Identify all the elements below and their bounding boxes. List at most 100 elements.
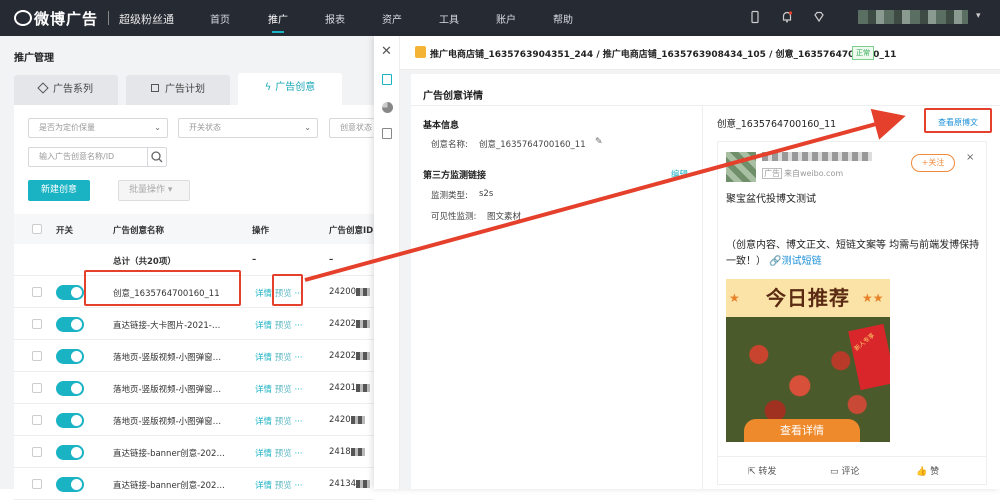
search-button[interactable] bbox=[147, 147, 167, 167]
nav-help[interactable]: 帮助 bbox=[553, 11, 573, 26]
pie-chart-icon[interactable] bbox=[382, 102, 393, 113]
short-link[interactable]: 🔗测试短链 bbox=[769, 256, 821, 267]
close-icon[interactable]: × bbox=[966, 152, 974, 163]
document-icon[interactable] bbox=[382, 74, 392, 85]
chevron-down-icon[interactable]: ▾ bbox=[976, 11, 981, 21]
creative-name-label: 创意名称: bbox=[431, 140, 468, 150]
row-actions: 详情 预览 ··· bbox=[255, 447, 303, 459]
row-toggle-switch[interactable] bbox=[56, 349, 84, 364]
follow-button[interactable]: +关注 bbox=[911, 154, 955, 172]
row-toggle-switch[interactable] bbox=[56, 477, 84, 492]
detail-link[interactable]: 详情 bbox=[255, 289, 272, 299]
weibo-post-preview: 广告 来自weibo.com +关注 × 聚宝盆代投博文测试 （创意内容、博文正文… bbox=[717, 141, 987, 485]
preview-link[interactable]: 预览 bbox=[275, 449, 292, 459]
detail-title: 广告创意详情 bbox=[423, 91, 483, 102]
more-icon[interactable]: ··· bbox=[294, 321, 302, 331]
nav-promotion[interactable]: 推广 bbox=[268, 11, 288, 33]
preview-link[interactable]: 预览 bbox=[275, 481, 292, 491]
mobile-icon[interactable] bbox=[748, 10, 762, 24]
table-row: 落地页-竖版视频-小图弹窗… 详情 预览 ··· 24202 bbox=[14, 340, 374, 372]
select-value: 开关状态 bbox=[189, 123, 221, 132]
row-checkbox[interactable] bbox=[32, 415, 42, 425]
creative-search-input[interactable]: 输入广告创意名称/ID bbox=[28, 147, 148, 167]
detail-link[interactable]: 详情 bbox=[255, 353, 272, 363]
drawer-body: 广告创意详情 基本信息 创意名称: 创意_1635764700160_11 ✎ … bbox=[400, 70, 1000, 489]
close-icon[interactable]: ✕ bbox=[381, 44, 392, 59]
row-checkbox[interactable] bbox=[32, 479, 42, 489]
detail-link[interactable]: 详情 bbox=[255, 481, 272, 491]
tab-label: 广告创意 bbox=[275, 82, 316, 93]
creative-id: 24200 bbox=[329, 287, 371, 297]
comment-button[interactable]: ▭ 评论 bbox=[830, 464, 859, 477]
creative-name: 落地页-竖版视频-小图弹窗… bbox=[113, 385, 222, 395]
logo-divider bbox=[108, 11, 109, 25]
row-toggle-switch[interactable] bbox=[56, 413, 84, 428]
creative-status-select[interactable]: 创意状态 bbox=[329, 118, 374, 138]
like-button[interactable]: 👍 赞 bbox=[916, 464, 939, 477]
logo-text: 微博广告 bbox=[34, 10, 99, 28]
id-blurred bbox=[350, 415, 365, 424]
caret-down-icon: ▾ bbox=[167, 185, 173, 195]
row-toggle-switch[interactable] bbox=[56, 381, 84, 396]
row-toggle-switch[interactable] bbox=[56, 445, 84, 460]
thumbs-up-icon: 👍 bbox=[916, 467, 928, 477]
more-icon[interactable]: ··· bbox=[294, 353, 302, 363]
nav-assets[interactable]: 资产 bbox=[382, 11, 402, 26]
tab-ad-series[interactable]: 广告系列 bbox=[14, 75, 118, 105]
table-row: 落地页-竖版视频-小图弹窗… 详情 预览 ··· 24201 bbox=[14, 372, 374, 404]
preview-link[interactable]: 预览 bbox=[275, 417, 292, 427]
chevron-down-icon: ⌄ bbox=[154, 123, 161, 132]
detail-link[interactable]: 详情 bbox=[255, 321, 272, 331]
detail-link[interactable]: 详情 bbox=[255, 385, 272, 395]
row-toggle-switch[interactable] bbox=[56, 285, 84, 300]
nav-account[interactable]: 账户 bbox=[496, 11, 516, 26]
switch-status-select[interactable]: 开关状态 ⌄ bbox=[178, 118, 318, 138]
diamond-icon[interactable] bbox=[812, 10, 826, 24]
price-filter-select[interactable]: 是否为定价保量 ⌄ bbox=[28, 118, 168, 138]
col-creative-name: 广告创意名称 bbox=[113, 226, 165, 236]
ad-tag: 广告 bbox=[762, 168, 782, 179]
more-icon[interactable]: ··· bbox=[294, 481, 302, 491]
account-name-blurred[interactable] bbox=[858, 10, 968, 24]
nav-home[interactable]: 首页 bbox=[210, 11, 230, 26]
preview-link[interactable]: 预览 bbox=[275, 353, 292, 363]
edit-link[interactable]: 编辑 bbox=[671, 168, 688, 180]
row-checkbox[interactable] bbox=[32, 319, 42, 329]
creative-id: 2420 bbox=[329, 415, 365, 425]
creative-id: 24202 bbox=[329, 319, 371, 329]
data-table-icon[interactable] bbox=[382, 128, 392, 139]
nav-tools[interactable]: 工具 bbox=[439, 11, 459, 26]
annotation-box-name bbox=[84, 270, 241, 306]
detail-link[interactable]: 详情 bbox=[255, 449, 272, 459]
status-badge: 正常 bbox=[852, 46, 874, 60]
preview-link[interactable]: 预览 bbox=[275, 385, 292, 395]
row-actions: 详情 预览 ··· bbox=[255, 415, 303, 427]
more-icon[interactable]: ··· bbox=[294, 385, 302, 395]
row-toggle-switch[interactable] bbox=[56, 317, 84, 332]
username-blurred bbox=[762, 152, 872, 161]
creative-name: 直达链接-banner创意-202… bbox=[113, 481, 225, 491]
batch-operation-button[interactable]: 批量操作 ▾ bbox=[118, 180, 190, 201]
detail-link[interactable]: 详情 bbox=[255, 417, 272, 427]
bell-icon[interactable] bbox=[780, 10, 794, 24]
post-title: 聚宝盆代投博文测试 bbox=[726, 194, 816, 205]
row-checkbox[interactable] bbox=[32, 383, 42, 393]
new-creative-button[interactable]: 新建创意 bbox=[28, 180, 90, 201]
weibo-ad-logo[interactable]: 微博广告 bbox=[14, 8, 98, 29]
nav-reports[interactable]: 报表 bbox=[325, 11, 345, 26]
more-icon[interactable]: ··· bbox=[294, 417, 302, 427]
tab-ad-plan[interactable]: 广告计划 bbox=[126, 75, 230, 105]
select-all-checkbox[interactable] bbox=[32, 224, 42, 234]
row-checkbox[interactable] bbox=[32, 351, 42, 361]
preview-link[interactable]: 预览 bbox=[275, 321, 292, 331]
more-icon[interactable]: ··· bbox=[294, 449, 302, 459]
view-details-cta[interactable]: 查看详情 bbox=[744, 419, 860, 442]
repost-button[interactable]: ⇱ 转发 bbox=[748, 464, 776, 477]
search-placeholder: 输入广告创意名称/ID bbox=[39, 152, 115, 161]
row-checkbox[interactable] bbox=[32, 287, 42, 297]
tab-ad-creative[interactable]: ϟ 广告创意 bbox=[238, 73, 342, 105]
creative-id: 24134 bbox=[329, 479, 371, 489]
pencil-icon[interactable]: ✎ bbox=[595, 137, 603, 147]
post-image[interactable]: 今日推荐 ★ ★★ 新人专享 查看详情 bbox=[726, 279, 890, 442]
row-checkbox[interactable] bbox=[32, 447, 42, 457]
